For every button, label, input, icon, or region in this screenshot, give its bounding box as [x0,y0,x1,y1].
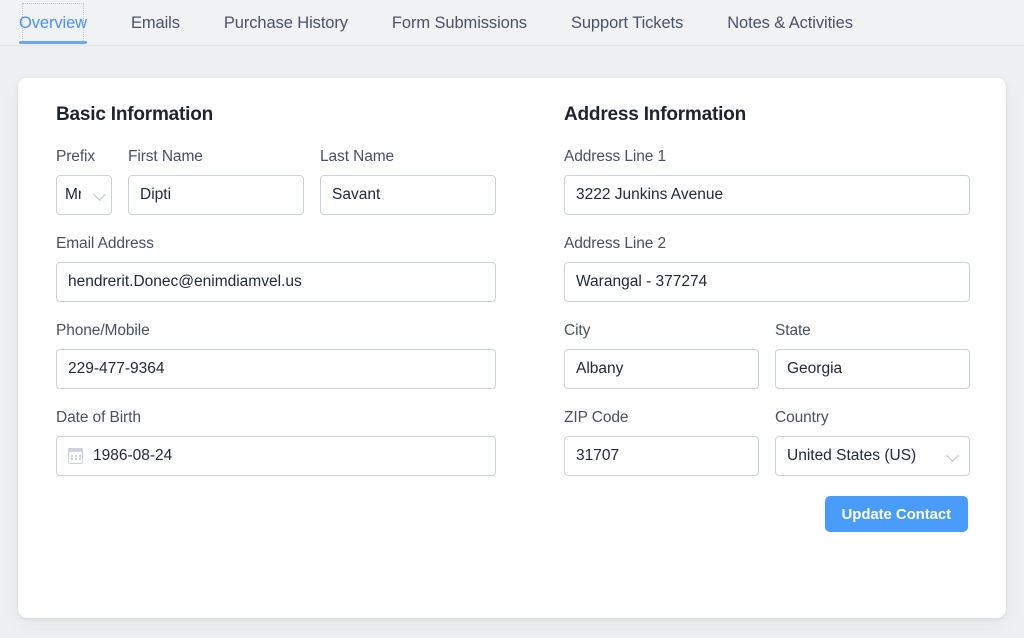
email-label: Email Address [56,235,154,252]
tab-label: Overview [19,13,87,32]
city-state-row: City Albany State Georgia [564,322,970,389]
prefix-value: Mr [65,186,81,203]
date-of-birth-value: 1986-08-24 [93,447,173,464]
basic-information-title: Basic Information [56,104,214,125]
address-line-1-field: Address Line 1 3222 Junkins Avenue [564,148,970,215]
tab-purchase-history[interactable]: Purchase History [224,0,348,46]
date-of-birth-field: Date of Birth 1986-08-24 [56,409,496,476]
first-name-field: First Name Dipti [128,148,304,215]
address-line-2-field: Address Line 2 Warangal - 377274 [564,235,970,302]
form-footer: Update Contact [564,496,970,532]
tab-bar: Overview Emails Purchase History Form Su… [0,0,1024,46]
address-information-title: Address Information [564,104,746,125]
country-label: Country [775,409,829,426]
tab-label: Notes & Activities [727,13,853,32]
contact-details-card: Basic Information Prefix Mr First Name D… [18,78,1006,618]
first-name-input[interactable]: Dipti [128,175,304,215]
last-name-field: Last Name Savant [320,148,496,215]
tab-label: Support Tickets [570,13,684,32]
prefix-field: Prefix Mr [56,148,112,215]
basic-information-section: Basic Information Prefix Mr First Name D… [56,104,496,532]
chevron-down-icon [94,189,107,202]
last-name-input[interactable]: Savant [320,175,496,215]
address-line-2-input[interactable]: Warangal - 377274 [564,262,970,302]
address-line-1-label: Address Line 1 [564,148,666,165]
tab-overview[interactable]: Overview [19,0,87,46]
last-name-label: Last Name [320,148,395,165]
phone-label: Phone/Mobile [56,322,150,339]
city-input[interactable]: Albany [564,349,759,389]
address-line-1-input[interactable]: 3222 Junkins Avenue [564,175,970,215]
date-of-birth-input[interactable]: 1986-08-24 [56,436,496,476]
phone-field: Phone/Mobile 229-477-9364 [56,322,496,389]
zip-code-input[interactable]: 31707 [564,436,759,476]
tab-form-submissions[interactable]: Form Submissions [392,0,527,46]
email-input[interactable]: hendrerit.Donec@enimdiamvel.us [56,262,496,302]
tab-support-tickets[interactable]: Support Tickets [571,0,683,46]
tab-notes-activities[interactable]: Notes & Activities [727,0,853,46]
state-input[interactable]: Georgia [775,349,970,389]
country-value: United States (US) [787,447,917,464]
calendar-icon [67,448,84,464]
first-name-label: First Name [128,148,203,165]
zip-code-field: ZIP Code 31707 [564,409,759,476]
date-of-birth-label: Date of Birth [56,409,141,426]
phone-input[interactable]: 229-477-9364 [56,349,496,389]
state-field: State Georgia [775,322,970,389]
chevron-down-icon [947,450,960,463]
country-field: Country United States (US) [775,409,970,476]
address-information-section: Address Information Address Line 1 3222 … [564,104,970,532]
update-contact-button[interactable]: Update Contact [824,496,968,532]
city-field: City Albany [564,322,759,389]
prefix-select[interactable]: Mr [56,175,112,215]
zip-country-row: ZIP Code 31707 Country United States (US… [564,409,970,476]
tab-emails[interactable]: Emails [131,0,180,46]
zip-code-label: ZIP Code [564,409,629,426]
tab-label: Form Submissions [391,13,527,32]
form-columns: Basic Information Prefix Mr First Name D… [56,104,970,532]
state-label: State [775,322,811,339]
tab-label: Emails [130,13,180,32]
name-row: Prefix Mr First Name Dipti Last Name Sav… [56,148,496,215]
tab-label: Purchase History [223,13,348,32]
prefix-label: Prefix [56,148,96,165]
country-select[interactable]: United States (US) [775,436,970,476]
address-line-2-label: Address Line 2 [564,235,666,252]
city-label: City [564,322,591,339]
email-field: Email Address hendrerit.Donec@enimdiamve… [56,235,496,302]
